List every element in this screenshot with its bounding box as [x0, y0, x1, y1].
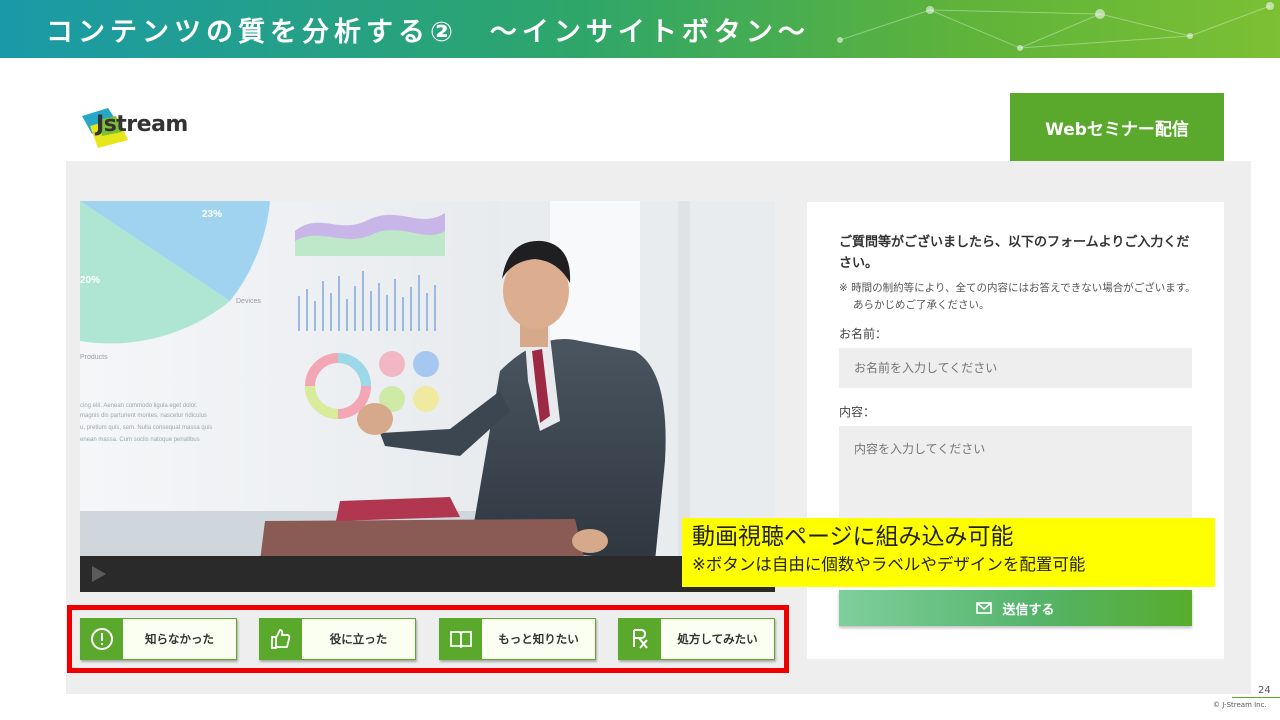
chart-percent-20: 20% [80, 275, 100, 286]
slide-title: コンテンツの質を分析する② ～インサイトボタン～ [46, 17, 810, 48]
prescription-icon [619, 619, 661, 659]
content-field-label: 内容： [839, 405, 876, 419]
name-field-label: お名前： [839, 327, 888, 341]
submit-button[interactable]: 送信する [839, 590, 1192, 626]
video-player[interactable]: 23% 20% Devices Products cing elit. Aene… [80, 201, 775, 592]
screen-text-line: enean massa. Cum sociis natoque penatibu… [80, 437, 200, 443]
copyright-text: © J-Stream Inc. [1213, 701, 1267, 709]
insight-button-want-more[interactable]: もっと知りたい [439, 618, 596, 660]
page-number: 24 [1258, 685, 1271, 696]
logo-wordmark: Jstream [96, 112, 188, 137]
insight-button-label: 役に立った [329, 632, 388, 646]
question-form-panel: ご質問等がございましたら、以下のフォームよりご入力ください。 ※ 時間の制約等に… [807, 202, 1224, 659]
insight-button-label: 知らなかった [145, 632, 214, 646]
form-note-text: ※ 時間の制約等により、全ての内容にはお答えできない場合がございます。あらかじめ… [839, 282, 1196, 311]
form-intro-text: ご質問等がございましたら、以下のフォームよりご入力ください。 [839, 235, 1190, 271]
video-frame: 23% 20% Devices Products cing elit. Aene… [80, 201, 775, 592]
chart-percent-23: 23% [202, 209, 222, 220]
submit-button-label: 送信する [1002, 602, 1055, 618]
insight-button-helpful[interactable]: 役に立った [259, 618, 416, 660]
name-input[interactable] [839, 348, 1192, 388]
screen-text-line: cing elit. Aenean commodo ligula eget do… [80, 403, 198, 409]
webinar-delivery-button[interactable]: Webセミナー配信 [1010, 93, 1224, 161]
screen-text-line: u, pretium quis, sem. Nulla consequat ma… [80, 425, 212, 431]
insight-button-want-to-prescribe[interactable]: 処方してみたい [618, 618, 775, 660]
slide-title-bar: コンテンツの質を分析する② ～インサイトボタン～ [0, 0, 1280, 58]
footer-divider [1232, 697, 1280, 698]
thumbs-up-icon [260, 619, 302, 659]
callout-box: 動画視聴ページに組み込み可能 ※ボタンは自由に個数やラベルやデザインを配置可能 [682, 518, 1215, 587]
play-icon[interactable] [90, 565, 108, 583]
chart-label-products: Products [80, 354, 108, 361]
network-decoration [837, 2, 1274, 51]
callout-main-text: 動画視聴ページに組み込み可能 [692, 524, 1014, 550]
video-controls-bar: LI [80, 556, 775, 592]
mail-icon [976, 602, 993, 614]
exclamation-icon [81, 619, 123, 659]
insight-button-label: 処方してみたい [677, 632, 758, 646]
chart-label-devices: Devices [236, 298, 261, 305]
screen-text-line: magnis dis parturient montes, nascetur r… [80, 413, 207, 419]
callout-sub-text: ※ボタンは自由に個数やラベルやデザインを配置可能 [692, 555, 1086, 574]
insight-button-didnt-know[interactable]: 知らなかった [80, 618, 237, 660]
book-icon [440, 619, 482, 659]
insight-button-label: もっと知りたい [498, 632, 579, 646]
